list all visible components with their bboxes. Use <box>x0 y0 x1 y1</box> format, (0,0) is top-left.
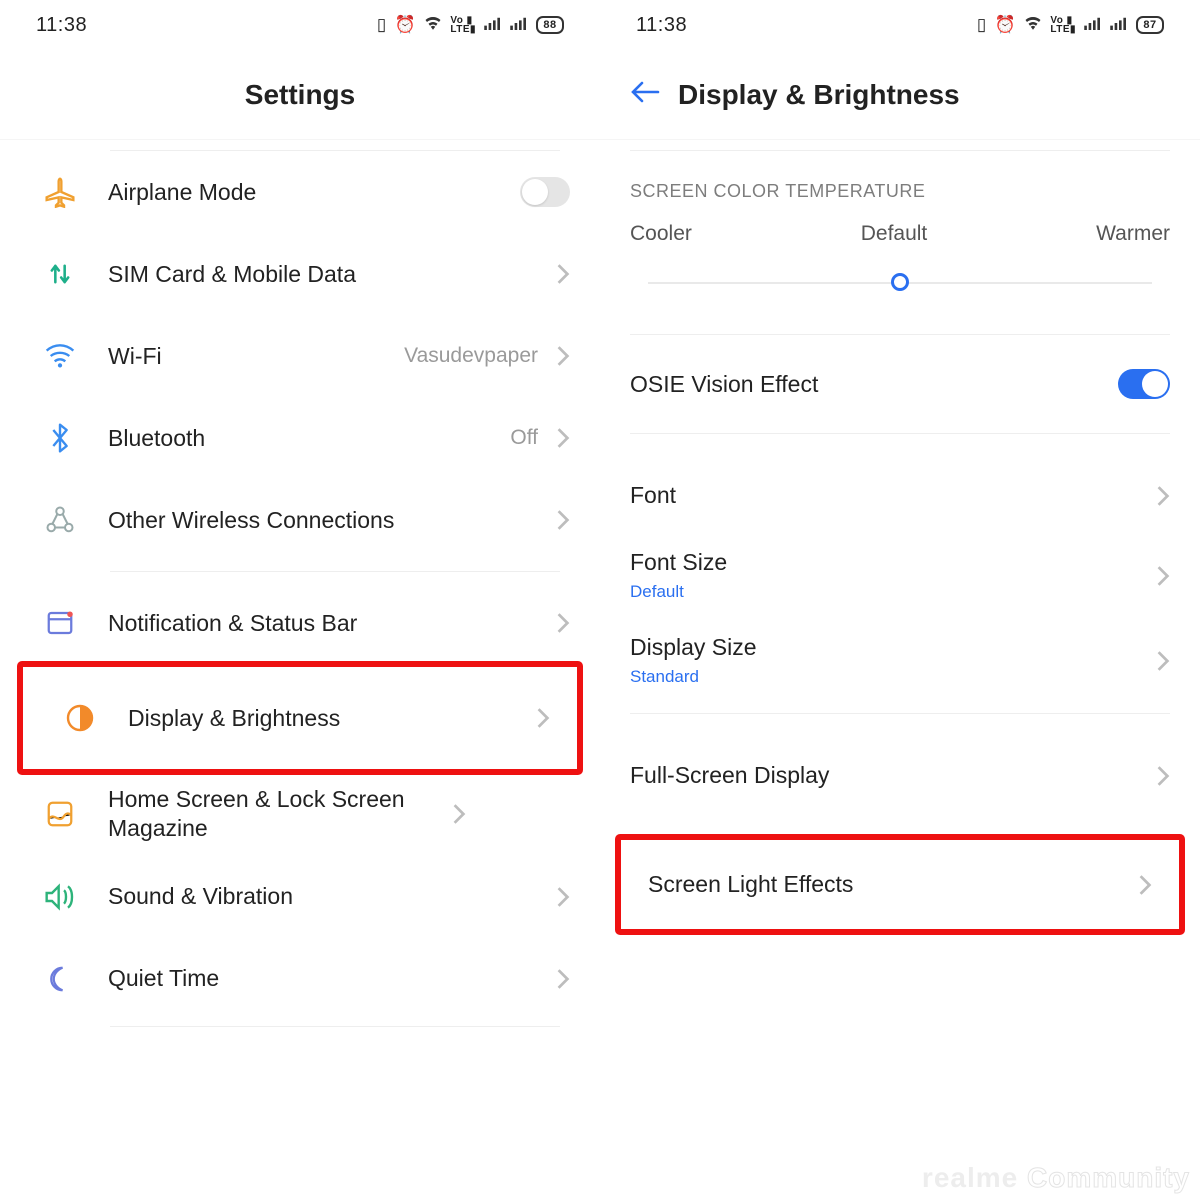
mobile-data-icon <box>40 254 80 294</box>
row-osie-vision-effect[interactable]: OSIE Vision Effect <box>600 335 1200 433</box>
clock: 11:38 <box>36 14 87 37</box>
row-label: Display & Brightness <box>128 691 532 746</box>
row-sim-data[interactable]: SIM Card & Mobile Data <box>0 233 600 315</box>
notification-bar-icon <box>40 603 80 643</box>
brightness-icon <box>60 698 100 738</box>
row-label: Notification & Status Bar <box>108 596 552 651</box>
wifi-icon <box>424 15 442 35</box>
phone-right-display-brightness: 11:38 ▯ ⏰ Vo ▮LTE▮ 87 Display & Brightne… <box>600 0 1200 1200</box>
bluetooth-icon <box>40 418 80 458</box>
row-label: Screen Light Effects <box>648 871 1134 898</box>
row-notification-statusbar[interactable]: Notification & Status Bar <box>0 582 600 664</box>
chevron-right-icon <box>1156 565 1170 587</box>
chevron-right-icon <box>556 968 570 990</box>
back-button[interactable] <box>630 78 660 112</box>
signal-1-icon <box>484 15 502 35</box>
row-label: Full-Screen Display <box>630 762 1152 789</box>
clock: 11:38 <box>636 14 687 37</box>
watermark: realme Community <box>922 1162 1190 1194</box>
row-label: Bluetooth <box>108 411 510 466</box>
moon-icon <box>40 959 80 999</box>
status-bar: 11:38 ▯ ⏰ Vo ▮LTE▮ 87 <box>600 0 1200 50</box>
chevron-right-icon <box>556 427 570 449</box>
phone-left-settings: 11:38 ▯ ⏰ Vo ▮LTE▮ 88 Settings Air <box>0 0 600 1200</box>
sound-icon <box>40 877 80 917</box>
wifi-icon <box>40 336 80 376</box>
row-display-brightness[interactable]: Display & Brightness <box>20 664 580 772</box>
alarm-icon: ⏰ <box>395 15 417 35</box>
battery-icon: 87 <box>1136 16 1164 34</box>
wifi-icon <box>1024 15 1042 35</box>
row-label: Wi-Fi <box>108 329 404 384</box>
row-label: OSIE Vision Effect <box>630 371 1118 398</box>
row-label: Airplane Mode <box>108 165 520 220</box>
chevron-right-icon <box>452 803 466 825</box>
row-font[interactable]: Font <box>600 458 1200 533</box>
row-label: Sound & Vibration <box>108 869 552 924</box>
toggle-airplane[interactable] <box>520 177 570 207</box>
status-icons: ▯ ⏰ Vo ▮LTE▮ 88 <box>377 15 564 35</box>
row-label: Font <box>630 482 1152 509</box>
chevron-right-icon <box>556 345 570 367</box>
row-label: Display Size <box>630 634 1170 661</box>
share-icon <box>40 500 80 540</box>
row-quiet-time[interactable]: Quiet Time <box>0 938 600 1020</box>
row-screen-light-effects[interactable]: Screen Light Effects <box>618 837 1182 932</box>
vibrate-icon: ▯ <box>377 15 387 35</box>
row-label: Home Screen & Lock Screen Magazine <box>108 772 448 856</box>
status-icons: ▯ ⏰ Vo ▮LTE▮ 87 <box>977 15 1164 35</box>
page-title: Settings <box>245 79 355 111</box>
row-display-size[interactable]: Display Size Standard <box>600 618 1200 703</box>
label-warmer: Warmer <box>1096 222 1170 246</box>
signal-1-icon <box>1084 15 1102 35</box>
header: Settings <box>0 50 600 140</box>
row-label: Quiet Time <box>108 951 552 1006</box>
vibrate-icon: ▯ <box>977 15 987 35</box>
row-label: Font Size <box>630 549 1170 576</box>
row-full-screen-display[interactable]: Full-Screen Display <box>600 738 1200 813</box>
row-home-lockscreen[interactable]: Home Screen & Lock Screen Magazine <box>0 772 600 856</box>
chevron-right-icon <box>556 886 570 908</box>
home-screen-icon <box>40 794 80 834</box>
row-font-size[interactable]: Font Size Default <box>600 533 1200 618</box>
chevron-right-icon <box>1156 765 1170 787</box>
chevron-right-icon <box>556 612 570 634</box>
row-subvalue: Default <box>630 582 1170 602</box>
row-subvalue: Standard <box>630 667 1170 687</box>
row-value: Vasudevpaper <box>404 344 538 368</box>
row-wifi[interactable]: Wi-Fi Vasudevpaper <box>0 315 600 397</box>
color-temperature-slider[interactable] <box>648 264 1152 304</box>
row-sound-vibration[interactable]: Sound & Vibration <box>0 856 600 938</box>
page-title: Display & Brightness <box>678 79 960 111</box>
volte-icon: Vo ▮LTE▮ <box>1050 16 1076 34</box>
row-value: Off <box>510 426 538 450</box>
chevron-right-icon <box>1156 485 1170 507</box>
label-default: Default <box>861 222 928 246</box>
alarm-icon: ⏰ <box>995 15 1017 35</box>
airplane-icon <box>40 172 80 212</box>
row-bluetooth[interactable]: Bluetooth Off <box>0 397 600 479</box>
status-bar: 11:38 ▯ ⏰ Vo ▮LTE▮ 88 <box>0 0 600 50</box>
chevron-right-icon <box>556 509 570 531</box>
section-color-temperature: SCREEN COLOR TEMPERATURE <box>600 151 1200 222</box>
label-cooler: Cooler <box>630 222 692 246</box>
chevron-right-icon <box>1138 874 1152 896</box>
chevron-right-icon <box>556 263 570 285</box>
battery-icon: 88 <box>536 16 564 34</box>
row-label: Other Wireless Connections <box>108 493 552 548</box>
signal-2-icon <box>510 15 528 35</box>
header: Display & Brightness <box>600 50 1200 140</box>
chevron-right-icon <box>536 707 550 729</box>
toggle-osie[interactable] <box>1118 369 1170 399</box>
settings-list: Airplane Mode SIM Card & Mobile Data Wi-… <box>0 150 600 1027</box>
volte-icon: Vo ▮LTE▮ <box>450 16 476 34</box>
signal-2-icon <box>1110 15 1128 35</box>
row-label: SIM Card & Mobile Data <box>108 247 552 302</box>
slider-thumb[interactable] <box>891 273 909 291</box>
temperature-labels: Cooler Default Warmer <box>600 222 1200 246</box>
chevron-right-icon <box>1156 650 1170 672</box>
row-other-wireless[interactable]: Other Wireless Connections <box>0 479 600 561</box>
row-airplane-mode[interactable]: Airplane Mode <box>0 151 600 233</box>
